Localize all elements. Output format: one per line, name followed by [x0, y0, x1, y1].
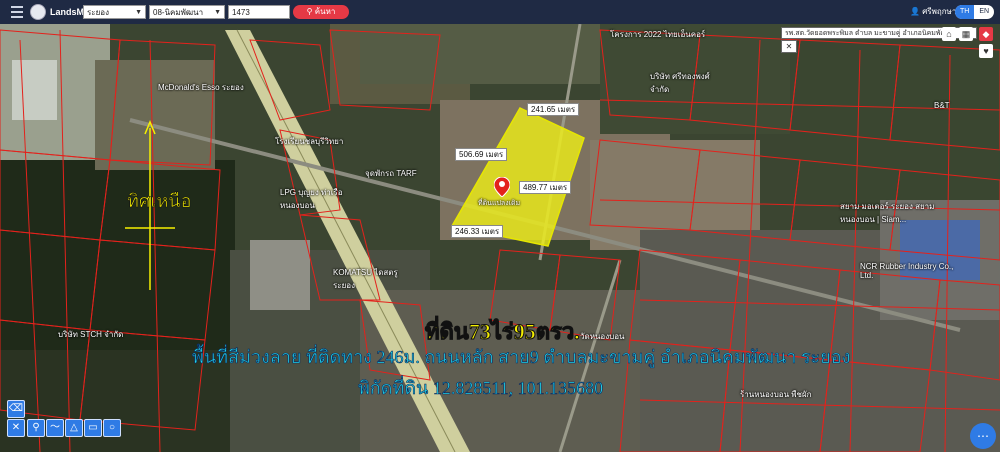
listing-description: พื้นที่สีม่วงลาย ที่ติดทาง 246ม. ถนนหลัก… — [192, 347, 851, 368]
grid-icon[interactable]: ▦ — [959, 27, 973, 41]
layers-icon[interactable]: ◆ — [979, 27, 993, 41]
draw-line-icon[interactable]: 〜 — [46, 419, 64, 437]
close-icon[interactable]: ✕ — [781, 40, 797, 53]
search-icon: ⚲ — [306, 7, 313, 16]
poi-ncr[interactable]: NCR Rubber Industry Co., Ltd. — [860, 262, 960, 280]
user-name: ศรีพฤกษา — [922, 7, 957, 16]
location-pin-icon[interactable] — [494, 177, 510, 197]
user-icon: 👤 — [910, 7, 920, 16]
north-label: ทิศเหนือ — [127, 191, 192, 212]
chevron-down-icon: ▼ — [135, 9, 142, 16]
pin-icon[interactable]: ⚲ — [27, 419, 45, 437]
rectangle-icon[interactable]: ▭ — [84, 419, 102, 437]
poi-poltec[interactable]: บริษัท ศรีทองพงศ์ จำกัด — [650, 70, 720, 96]
poi-mcdonalds[interactable]: McDonald's Esso ระยอง — [158, 81, 244, 94]
chevron-down-icon: ▼ — [214, 9, 221, 16]
measure-bottom: 246.33 เมตร — [451, 225, 504, 238]
polygon-icon[interactable]: △ — [65, 419, 83, 437]
poi-school[interactable]: โรงเรียนชลบุรีวิทยา — [275, 135, 365, 148]
parcel-number-input[interactable]: 1473 — [228, 5, 290, 19]
circle-icon[interactable]: ○ — [103, 419, 121, 437]
crosshair-icon[interactable]: ✕ — [7, 419, 25, 437]
poi-tarf[interactable]: จุดพักรถ TARF — [365, 167, 417, 180]
measure-top: 241.65 เมตร — [527, 103, 580, 116]
parcel-number-value: 1473 — [232, 8, 250, 17]
measure-left: 506.69 เมตร — [455, 148, 508, 161]
search-label: ค้นหา — [314, 7, 336, 16]
heart-icon[interactable]: ♥ — [979, 44, 993, 58]
search-button[interactable]: ⚲ ค้นหา — [293, 5, 349, 19]
poi-komatsu[interactable]: KOMATSU ไดสตรู ระยอง — [333, 266, 403, 292]
home-icon[interactable]: ⌂ — [942, 27, 956, 41]
poi-ranhongbon[interactable]: ร้านหนองบอน พืชผัก — [740, 388, 812, 401]
measure-right: 489.77 เมตร — [519, 181, 572, 194]
logo-badge-icon — [30, 4, 46, 20]
eraser-icon[interactable]: ⌫ — [7, 400, 25, 418]
district-value: 08-นิคมพัฒนา — [153, 8, 204, 17]
poi-lpg[interactable]: LPG บุญยง ท่าเรือ หนองบอน — [280, 186, 360, 212]
district-select[interactable]: 08-นิคมพัฒนา ▼ — [149, 5, 225, 19]
lang-th-button[interactable]: TH — [955, 5, 975, 19]
province-value: ระยอง — [87, 8, 109, 17]
poi-bt[interactable]: B&T — [934, 101, 950, 110]
chat-icon[interactable]: ⋯ — [970, 423, 996, 449]
hamburger-menu-icon[interactable] — [6, 0, 28, 24]
province-select[interactable]: ระยอง ▼ — [83, 5, 146, 19]
language-toggle[interactable]: TH EN — [955, 5, 995, 19]
poi-stch[interactable]: บริษัท STCH จำกัด — [58, 328, 123, 341]
lang-en-button[interactable]: EN — [974, 5, 994, 19]
poi-siam[interactable]: สยาม มอเตอร์ ระยอง สยาม หนองบอน | Siam..… — [840, 200, 940, 226]
listing-coordinates: พิกัดที่ดิน 12.828511, 101.135680 — [358, 378, 604, 399]
poi-2022[interactable]: โครงการ 2022 ไทยเอ็นคอร์ — [610, 28, 705, 41]
parcel-label: ที่ดินแปลงเดิม — [478, 200, 521, 207]
